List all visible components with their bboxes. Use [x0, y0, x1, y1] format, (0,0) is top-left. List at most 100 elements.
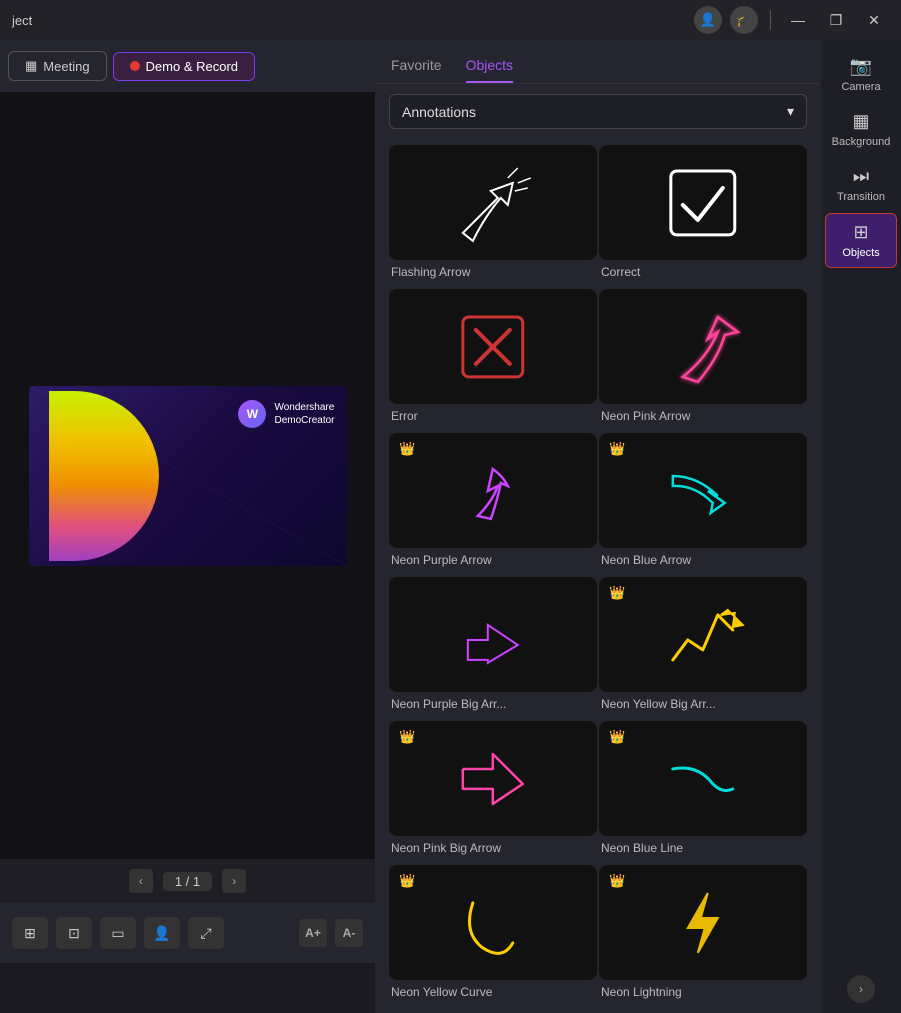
list-item[interactable]: 👑 Neon Blue Line: [599, 721, 807, 863]
app-title: ject: [12, 13, 32, 28]
transition-icon: ⏭: [853, 166, 869, 187]
error-icon: [401, 297, 585, 397]
dropdown-label: Annotations: [402, 104, 476, 120]
list-item[interactable]: 👑 Neon Purple Arrow: [389, 433, 597, 575]
list-item[interactable]: Correct: [599, 145, 807, 287]
neon-yellow-curve-icon: [401, 873, 585, 973]
camera-icon: 📷: [850, 56, 872, 77]
neon-pink-big-arrow-icon: [401, 729, 585, 829]
pagination: ‹ 1 / 1 ›: [0, 859, 375, 903]
sidebar-item-transition[interactable]: ⏭ Transition: [825, 158, 897, 211]
top-bar: ▦ Meeting Demo & Record: [0, 40, 375, 92]
item-thumbnail: 👑: [389, 433, 597, 548]
list-item[interactable]: 👑 Neon Pink Big Arrow: [389, 721, 597, 863]
separator: [770, 10, 771, 30]
neon-lightning-icon: [611, 873, 795, 973]
crown-badge: 👑: [399, 873, 415, 889]
category-dropdown[interactable]: Annotations ▾: [389, 94, 807, 129]
dropdown-chevron: ▾: [787, 103, 794, 120]
list-item[interactable]: 👑 Neon Lightning: [599, 865, 807, 1007]
text-down-button[interactable]: A-: [335, 919, 363, 947]
correct-icon: [611, 153, 795, 253]
category-dropdown-row: Annotations ▾: [375, 84, 821, 139]
objects-icon: ⊞: [853, 222, 868, 243]
neon-yellow-big-arrow-icon: [611, 585, 795, 685]
layout-btn-3[interactable]: ▭: [100, 917, 136, 949]
item-label: Neon Yellow Big Arr...: [599, 692, 807, 719]
tab-objects[interactable]: Objects: [466, 57, 513, 83]
item-thumbnail: 👑: [599, 577, 807, 692]
page-info: 1 / 1: [163, 872, 212, 891]
crown-badge: 👑: [399, 729, 415, 745]
background-icon: ▦: [852, 111, 869, 132]
item-label: Neon Yellow Curve: [389, 980, 597, 1007]
flashing-arrow-icon: [401, 153, 585, 253]
neon-purple-arrow-icon: [401, 441, 585, 541]
left-panel: ▦ Meeting Demo & Record W WondershareDem…: [0, 40, 375, 1013]
close-button[interactable]: ✕: [859, 6, 889, 34]
item-thumbnail: [599, 289, 807, 404]
item-label: Neon Lightning: [599, 980, 807, 1007]
prev-page-button[interactable]: ‹: [129, 869, 153, 893]
maximize-button[interactable]: ❐: [821, 6, 851, 34]
user-icon[interactable]: 👤: [694, 6, 722, 34]
item-label: Neon Blue Line: [599, 836, 807, 863]
demo-record-button[interactable]: Demo & Record: [113, 52, 255, 81]
layout-btn-5[interactable]: ⤢: [188, 917, 224, 949]
layout-btn-2[interactable]: ⊡: [56, 917, 92, 949]
record-dot: [130, 61, 140, 71]
crown-badge: 👑: [399, 441, 415, 457]
item-thumbnail: [389, 145, 597, 260]
item-label: Neon Pink Arrow: [599, 404, 807, 431]
sidebar-expand-button[interactable]: ›: [847, 975, 875, 1003]
preview-slide: W WondershareDemoCreator: [29, 386, 347, 566]
layout-btn-4[interactable]: 👤: [144, 917, 180, 949]
list-item[interactable]: Neon Pink Arrow: [599, 289, 807, 431]
item-label: Error: [389, 404, 597, 431]
tab-favorite[interactable]: Favorite: [391, 57, 442, 83]
logo-text: WondershareDemoCreator: [274, 401, 334, 427]
demo-label: Demo & Record: [146, 59, 238, 74]
item-label: Flashing Arrow: [389, 260, 597, 287]
sidebar-item-objects[interactable]: ⊞ Objects: [825, 213, 897, 268]
item-label: Correct: [599, 260, 807, 287]
list-item[interactable]: 👑 Neon Yellow Curve: [389, 865, 597, 1007]
sidebar-camera-label: Camera: [841, 81, 880, 93]
objects-grid: Flashing Arrow Correct: [375, 139, 821, 1013]
item-thumbnail: 👑: [599, 721, 807, 836]
item-thumbnail: [389, 289, 597, 404]
item-thumbnail: [599, 145, 807, 260]
list-item[interactable]: Error: [389, 289, 597, 431]
title-bar: ject 👤 🎓 — ❐ ✕: [0, 0, 901, 40]
neon-pink-arrow-icon: [611, 297, 795, 397]
neon-blue-arrow-icon: [611, 441, 795, 541]
list-item[interactable]: 👑 Neon Yellow Big Arr...: [599, 577, 807, 719]
neon-blue-line-icon: [611, 729, 795, 829]
meeting-icon: ▦: [25, 58, 37, 74]
list-item[interactable]: Neon Purple Big Arr...: [389, 577, 597, 719]
item-label: Neon Purple Arrow: [389, 548, 597, 575]
logo-icon: W: [238, 400, 266, 428]
list-item[interactable]: 👑 Neon Blue Arrow: [599, 433, 807, 575]
main-layout: ▦ Meeting Demo & Record W WondershareDem…: [0, 40, 901, 1013]
crown-badge: 👑: [609, 729, 625, 745]
item-thumbnail: 👑: [599, 433, 807, 548]
item-thumbnail: 👑: [389, 865, 597, 980]
window-controls: 👤 🎓 — ❐ ✕: [694, 6, 889, 34]
neon-purple-big-arrow-icon: [401, 585, 585, 685]
layout-btn-1[interactable]: ⊞: [12, 917, 48, 949]
list-item[interactable]: Flashing Arrow: [389, 145, 597, 287]
crown-badge: 👑: [609, 873, 625, 889]
text-up-button[interactable]: A+: [299, 919, 327, 947]
next-page-button[interactable]: ›: [222, 869, 246, 893]
meeting-button[interactable]: ▦ Meeting: [8, 51, 107, 81]
minimize-button[interactable]: —: [783, 6, 813, 34]
sidebar-item-camera[interactable]: 📷 Camera: [825, 48, 897, 101]
sidebar-item-background[interactable]: ▦ Background: [825, 103, 897, 156]
item-label: Neon Blue Arrow: [599, 548, 807, 575]
objects-panel: Favorite Objects Annotations ▾: [375, 40, 821, 1013]
item-label: Neon Purple Big Arr...: [389, 692, 597, 719]
bottom-sub-toolbar: [0, 963, 375, 1013]
cap-icon[interactable]: 🎓: [730, 6, 758, 34]
crown-badge: 👑: [609, 585, 625, 601]
